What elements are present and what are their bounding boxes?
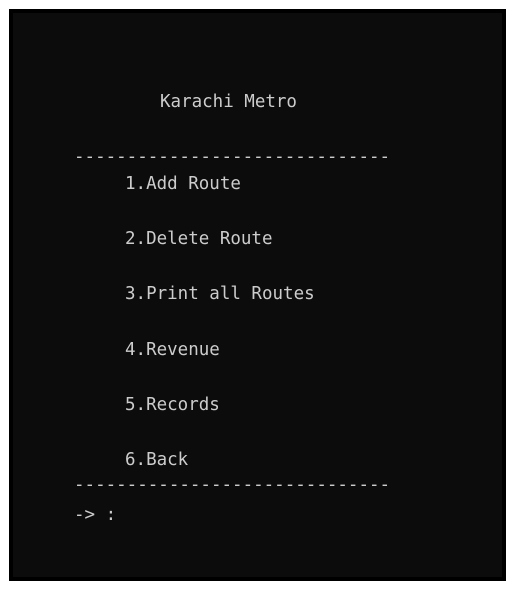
menu-item-revenue: 4.Revenue [125, 340, 220, 360]
divider-top: ------------------------------ [74, 147, 391, 167]
menu-item-add-route: 1.Add Route [125, 174, 241, 194]
console-output[interactable]: Karachi Metro --------------------------… [13, 13, 502, 577]
text-cursor [116, 518, 125, 520]
input-prompt[interactable]: -> : [74, 504, 125, 526]
menu-item-records: 5.Records [125, 395, 220, 415]
console-window: Karachi Metro --------------------------… [9, 9, 506, 581]
menu-item-print-all-routes: 3.Print all Routes [125, 284, 315, 304]
divider-bottom: ------------------------------ [74, 475, 391, 495]
prompt-text: -> : [74, 505, 117, 525]
menu-item-back: 6.Back [125, 450, 189, 470]
menu-item-delete-route: 2.Delete Route [125, 229, 273, 249]
menu-title: Karachi Metro [160, 92, 297, 112]
